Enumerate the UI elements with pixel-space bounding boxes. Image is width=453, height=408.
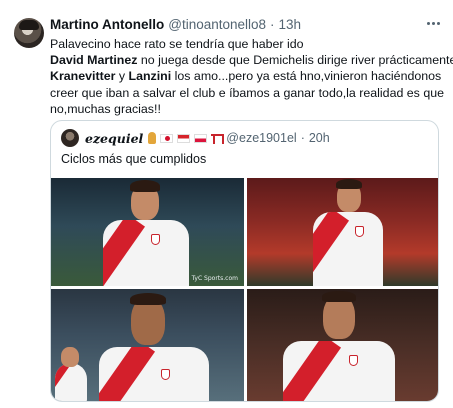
quote-author-avatar[interactable] xyxy=(61,129,79,147)
tweet[interactable]: Martino Antonello @tinoantonello8 · 13h … xyxy=(0,0,453,408)
player-hair xyxy=(336,179,362,189)
club-crest-icon xyxy=(355,226,364,237)
club-crest-icon xyxy=(161,369,170,380)
wheat-emoji-icon xyxy=(148,132,157,144)
avatar-hair xyxy=(19,20,39,30)
more-dot-2 xyxy=(431,21,435,25)
jersey xyxy=(103,220,189,286)
jersey xyxy=(283,341,395,401)
author-avatar[interactable] xyxy=(14,18,44,48)
tweet-line-3: Kranevitter y Lanzini los amo...pero ya … xyxy=(50,68,448,84)
tweet-line-3-rest: los amo...pero ya está hno,vinieron haci… xyxy=(171,69,442,84)
quote-author-emojis xyxy=(148,132,225,144)
quote-author-name[interactable]: ezequiel xyxy=(85,131,143,146)
author-handle[interactable]: @tinoantonello8 xyxy=(168,17,266,32)
tweet-text: Palavecino hace rato se tendría que habe… xyxy=(50,36,453,117)
japan-flag-icon xyxy=(160,133,174,143)
club-crest-icon xyxy=(349,355,358,366)
tweet-line-1: Palavecino hace rato se tendría que habe… xyxy=(50,37,304,51)
jersey-sash xyxy=(313,212,350,286)
quote-header: ezequiel @eze1901el · 20h xyxy=(61,129,330,147)
quote-timestamp[interactable]: 20h xyxy=(309,131,330,145)
more-options-icon[interactable] xyxy=(424,14,442,32)
jersey xyxy=(313,212,383,286)
bold-player-lanzini: Lanzini xyxy=(128,69,172,84)
background-player-jersey xyxy=(55,363,87,401)
photo-player-3[interactable] xyxy=(51,289,244,401)
author-name[interactable]: Martino Antonello xyxy=(50,17,164,32)
photo-player-1[interactable]: TyC Sports.com xyxy=(51,178,244,286)
tweet-header: Martino Antonello @tinoantonello8 · 13h xyxy=(50,15,301,33)
quote-media-grid: TyC Sports.com xyxy=(51,178,438,401)
tweet-line-5: no,muchas gracias!! xyxy=(50,101,161,116)
quote-text: Ciclos más que cumplidos xyxy=(61,152,207,166)
jersey-sash xyxy=(283,341,342,401)
club-crest-icon xyxy=(151,234,160,245)
background-player-head xyxy=(61,347,79,367)
tweet-line-2-rest: no juega desde que Demichelis dirige riv… xyxy=(137,53,453,68)
more-dot-1 xyxy=(426,21,430,25)
player-hair xyxy=(322,291,356,302)
poland-flag-icon xyxy=(194,133,208,143)
separator-dot: · xyxy=(270,16,275,32)
bold-player-martinez: David Martinez xyxy=(50,53,138,68)
indonesia-flag-icon xyxy=(177,133,191,143)
player-hair xyxy=(130,180,160,192)
jersey-sash xyxy=(55,363,70,401)
tweet-line-2: David Martinez no juega desde que Demich… xyxy=(50,52,453,68)
jersey-sash xyxy=(99,347,156,401)
photo-player-2[interactable] xyxy=(247,178,438,286)
tweet-line-3-mid: y xyxy=(115,69,129,84)
bold-player-kranevitter: Kranevitter xyxy=(50,69,116,84)
player-hair xyxy=(130,293,166,305)
jersey xyxy=(99,347,209,401)
torii-gate-icon xyxy=(211,133,225,144)
more-dot-3 xyxy=(436,21,440,25)
jersey-sash xyxy=(103,220,146,286)
quote-author-handle[interactable]: @eze1901el xyxy=(226,131,296,145)
tweet-timestamp[interactable]: 13h xyxy=(279,17,302,32)
photo-watermark: TyC Sports.com xyxy=(191,275,238,282)
tweet-line-4: creer que iban a salvar el club e íbamos… xyxy=(50,85,444,100)
photo-player-4[interactable] xyxy=(247,289,438,401)
quoted-tweet[interactable]: ezequiel @eze1901el · 20h Ciclos más que… xyxy=(50,120,439,402)
quote-separator-dot: · xyxy=(300,131,305,145)
